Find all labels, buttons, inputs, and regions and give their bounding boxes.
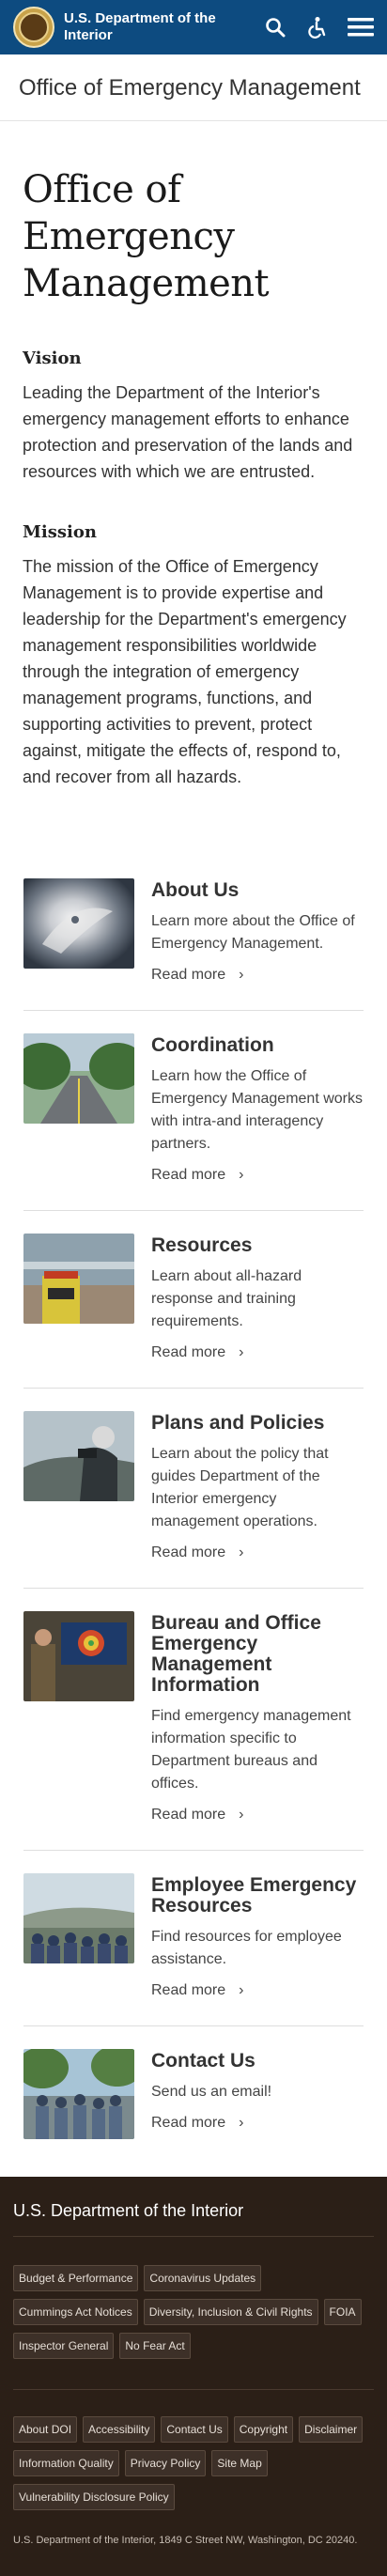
read-more-link[interactable]: Read more › (151, 1544, 243, 1561)
card-description: Learn about the policy that guides Depar… (151, 1446, 329, 1529)
site-footer: U.S. Department of the Interior Budget &… (0, 2177, 387, 2576)
read-more-link[interactable]: Read more › (151, 1982, 243, 1999)
accessibility-icon[interactable] (306, 16, 327, 39)
read-more-label: Read more (151, 1167, 226, 1183)
read-more-link[interactable]: Read more › (151, 1167, 243, 1184)
read-more-link[interactable]: Read more › (151, 967, 243, 984)
footer-link[interactable]: Vulnerability Disclosure Policy (13, 2484, 175, 2510)
read-more-link[interactable]: Read more › (151, 1807, 243, 1823)
card-description: Send us an email! (151, 2084, 272, 2100)
doi-seal-icon[interactable] (13, 7, 54, 48)
chevron-right-icon: › (239, 967, 244, 983)
read-more-label: Read more (151, 1807, 226, 1823)
chevron-right-icon: › (239, 2115, 244, 2131)
card-about-us: About Us Learn more about the Office of … (23, 856, 364, 1011)
footer-link[interactable]: Cummings Act Notices (13, 2299, 138, 2325)
site-name[interactable]: U.S. Department of the Interior (64, 10, 242, 44)
card-list: About Us Learn more about the Office of … (0, 790, 387, 2165)
card-title[interactable]: Contact Us (151, 2051, 364, 2072)
footer-link[interactable]: Budget & Performance (13, 2265, 139, 2291)
card-employee-resources: Employee Emergency Resources Find resour… (23, 1851, 364, 2026)
card-description: Find resources for employee assistance. (151, 1929, 342, 1967)
read-more-link[interactable]: Read more › (151, 2115, 243, 2132)
footer-link[interactable]: Site Map (211, 2450, 268, 2476)
page-title: Office of Emergency Management (23, 168, 270, 305)
footer-links-primary: Budget & Performance Coronavirus Updates… (13, 2237, 374, 2390)
mission-heading: Mission (23, 522, 97, 542)
footer-link[interactable]: Contact Us (161, 2416, 228, 2443)
footer-address: U.S. Department of the Interior, 1849 C … (13, 2535, 358, 2546)
hurricane-satellite-image[interactable] (23, 878, 134, 969)
card-contact-us: Contact Us Send us an email! Read more › (23, 2026, 364, 2165)
read-more-label: Read more (151, 967, 226, 983)
footer-link[interactable]: Information Quality (13, 2450, 119, 2476)
card-description: Learn about all-hazard response and trai… (151, 1268, 302, 1329)
read-more-label: Read more (151, 2115, 226, 2131)
chevron-right-icon: › (239, 1807, 244, 1823)
card-description: Find emergency management information sp… (151, 1708, 351, 1792)
card-resources: Resources Learn about all-hazard respons… (23, 1211, 364, 1389)
card-title[interactable]: Resources (151, 1235, 364, 1256)
footer-link[interactable]: FOIA (323, 2299, 362, 2325)
footer-link[interactable]: Inspector General (13, 2333, 115, 2359)
chevron-right-icon: › (239, 1982, 244, 1998)
card-coordination: Coordination Learn how the Office of Eme… (23, 1011, 364, 1211)
mission-section: Mission The mission of the Office of Eme… (0, 522, 387, 790)
footer-link[interactable]: Coronavirus Updates (144, 2265, 262, 2291)
section-title[interactable]: Office of Emergency Management (0, 54, 387, 121)
header-actions (265, 0, 374, 54)
mission-text: The mission of the Office of Emergency M… (23, 557, 347, 786)
chevron-right-icon: › (239, 1544, 244, 1560)
card-title[interactable]: About Us (151, 880, 364, 901)
card-title[interactable]: Bureau and Office Emergency Management I… (151, 1613, 364, 1696)
search-icon[interactable] (265, 17, 286, 38)
footer-link[interactable]: Copyright (233, 2416, 294, 2443)
responder-vest-image[interactable] (23, 1234, 134, 1324)
footer-link[interactable]: About DOI (13, 2416, 78, 2443)
crowd-outdoors-image[interactable] (23, 1873, 134, 1963)
read-more-label: Read more (151, 1544, 226, 1560)
site-header: U.S. Department of the Interior (0, 0, 387, 54)
footer-link[interactable]: Privacy Policy (124, 2450, 207, 2476)
card-title[interactable]: Employee Emergency Resources (151, 1875, 364, 1916)
road-through-trees-image[interactable] (23, 1033, 134, 1124)
card-title[interactable]: Coordination (151, 1035, 364, 1056)
card-plans-and-policies: Plans and Policies Learn about the polic… (23, 1389, 364, 1589)
card-title[interactable]: Plans and Policies (151, 1413, 364, 1434)
footer-brand[interactable]: U.S. Department of the Interior (13, 2201, 374, 2237)
group-gathering-image[interactable] (23, 2049, 134, 2139)
footer-links-secondary: About DOI Accessibility Contact Us Copyr… (13, 2390, 374, 2533)
chevron-right-icon: › (239, 1344, 244, 1360)
chevron-right-icon: › (239, 1167, 244, 1183)
footer-link[interactable]: No Fear Act (119, 2333, 191, 2359)
footer-link[interactable]: Diversity, Inclusion & Civil Rights (143, 2299, 318, 2325)
footer-link[interactable]: Disclaimer (299, 2416, 364, 2443)
read-more-label: Read more (151, 1344, 226, 1360)
photographer-image[interactable] (23, 1411, 134, 1501)
read-more-link[interactable]: Read more › (151, 1344, 243, 1361)
menu-icon[interactable] (348, 17, 374, 38)
card-description: Learn how the Office of Emergency Manage… (151, 1068, 363, 1152)
footer-link[interactable]: Accessibility (83, 2416, 156, 2443)
read-more-label: Read more (151, 1982, 226, 1998)
card-description: Learn more about the Office of Emergency… (151, 913, 355, 952)
weather-briefing-image[interactable] (23, 1611, 134, 1701)
vision-section: Vision Leading the Department of the Int… (0, 349, 387, 485)
card-bureau-office-info: Bureau and Office Emergency Management I… (23, 1589, 364, 1851)
vision-text: Leading the Department of the Interior's… (23, 383, 353, 481)
vision-heading: Vision (23, 349, 82, 368)
